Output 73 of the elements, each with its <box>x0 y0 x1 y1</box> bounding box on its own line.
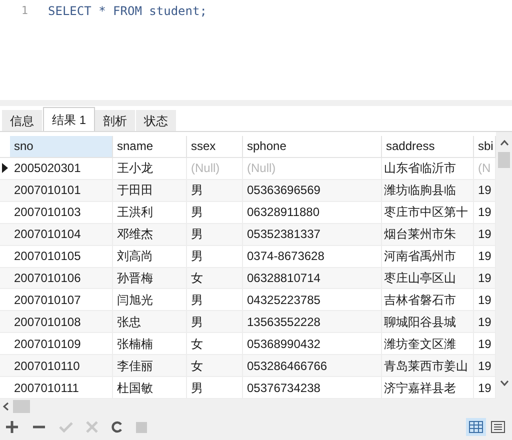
table-cell: 女 <box>187 268 243 288</box>
table-cell: 女 <box>187 333 243 354</box>
scroll-up-icon[interactable] <box>500 140 508 146</box>
table-cell: 男 <box>187 377 243 398</box>
table-cell: 男 <box>187 180 243 201</box>
table-cell: 枣庄山亭区山 <box>382 268 474 288</box>
table-cell: 2007010104 <box>10 224 113 245</box>
vertical-scrollbar[interactable] <box>496 132 512 414</box>
table-cell: 2007010108 <box>10 311 113 332</box>
table-cell: 孙晋梅 <box>113 268 187 288</box>
table-cell: 女 <box>187 355 243 376</box>
table-cell: 2007010101 <box>10 180 113 201</box>
table-cell: 聊城阳谷县城 <box>382 311 474 332</box>
table-cell: 王小龙 <box>113 158 187 179</box>
line-number: 1 <box>20 2 29 19</box>
table-cell: 男 <box>187 311 243 332</box>
table-cell: 05363696569 <box>243 180 382 201</box>
table-cell: 李佳丽 <box>113 355 187 376</box>
table-cell: 男 <box>187 246 243 267</box>
table-cell: 男 <box>187 202 243 223</box>
table-cell: 2007010111 <box>10 377 113 398</box>
table-cell: 2007010105 <box>10 246 113 267</box>
grid-view-button[interactable] <box>466 418 486 436</box>
table-cell: 闫旭光 <box>113 289 187 310</box>
scrollbar-thumb[interactable] <box>13 400 30 414</box>
table-cell: 邓维杰 <box>113 224 187 245</box>
table-cell: 男 <box>187 224 243 245</box>
table-cell: 吉林省磐石市 <box>382 289 474 310</box>
table-cell: 河南省禹州市 <box>382 246 474 267</box>
table-cell: 王洪利 <box>113 202 187 223</box>
table-cell: 枣庄市中区第十 <box>382 202 474 223</box>
table-cell: (Null) <box>187 158 243 179</box>
scroll-down-icon[interactable] <box>500 380 508 386</box>
table-cell: 0374-8673628 <box>243 246 382 267</box>
table-cell: 山东省临沂市 <box>382 158 474 179</box>
scrollbar-thumb[interactable] <box>498 152 510 168</box>
form-view-button[interactable] <box>488 418 508 436</box>
table-cell: 053286466766 <box>243 355 382 376</box>
scroll-left-icon[interactable] <box>3 402 9 412</box>
table-cell: 男 <box>187 289 243 310</box>
result-tab[interactable]: 剖析 <box>95 110 136 131</box>
table-cell: 05352381337 <box>243 224 382 245</box>
table-cell: 06328911880 <box>243 202 382 223</box>
table-cell: 2005020301 <box>10 158 113 179</box>
column-header[interactable]: sno <box>10 136 113 157</box>
table-cell: 潍坊奎文区潍 <box>382 333 474 354</box>
table-cell: 2007010107 <box>10 289 113 310</box>
table-cell: 13563552228 <box>243 311 382 332</box>
table-cell: 张忠 <box>113 311 187 332</box>
result-tab[interactable]: 结果 1 <box>43 107 96 131</box>
table-cell: (Null) <box>243 158 382 179</box>
table-cell: 04325223785 <box>243 289 382 310</box>
current-row-icon <box>2 163 8 174</box>
table-cell: 张楠楠 <box>113 333 187 354</box>
table-cell: 青岛莱西市姜山 <box>382 355 474 376</box>
add-icon[interactable] <box>5 420 19 434</box>
table-cell: 05368990432 <box>243 333 382 354</box>
table-cell: 潍坊临朐县临 <box>382 180 474 201</box>
table-cell: 2007010106 <box>10 268 113 288</box>
table-cell: 烟台莱州市朱 <box>382 224 474 245</box>
table-cell: 2007010103 <box>10 202 113 223</box>
result-tab[interactable]: 信息 <box>2 110 43 131</box>
table-cell: 杜国敏 <box>113 377 187 398</box>
table-cell: 2007010110 <box>10 355 113 376</box>
result-tab[interactable]: 状态 <box>136 110 178 131</box>
table-cell: 06328810714 <box>243 268 382 288</box>
table-cell: 2007010109 <box>10 333 113 354</box>
table-cell: 济宁嘉祥县老 <box>382 377 474 398</box>
refresh-icon[interactable] <box>111 421 123 433</box>
table-cell: 刘高尚 <box>113 246 187 267</box>
table-cell: 05376734238 <box>243 377 382 398</box>
code-line: SELECT * FROM student; <box>47 3 207 20</box>
table-cell: 于田田 <box>113 180 187 201</box>
